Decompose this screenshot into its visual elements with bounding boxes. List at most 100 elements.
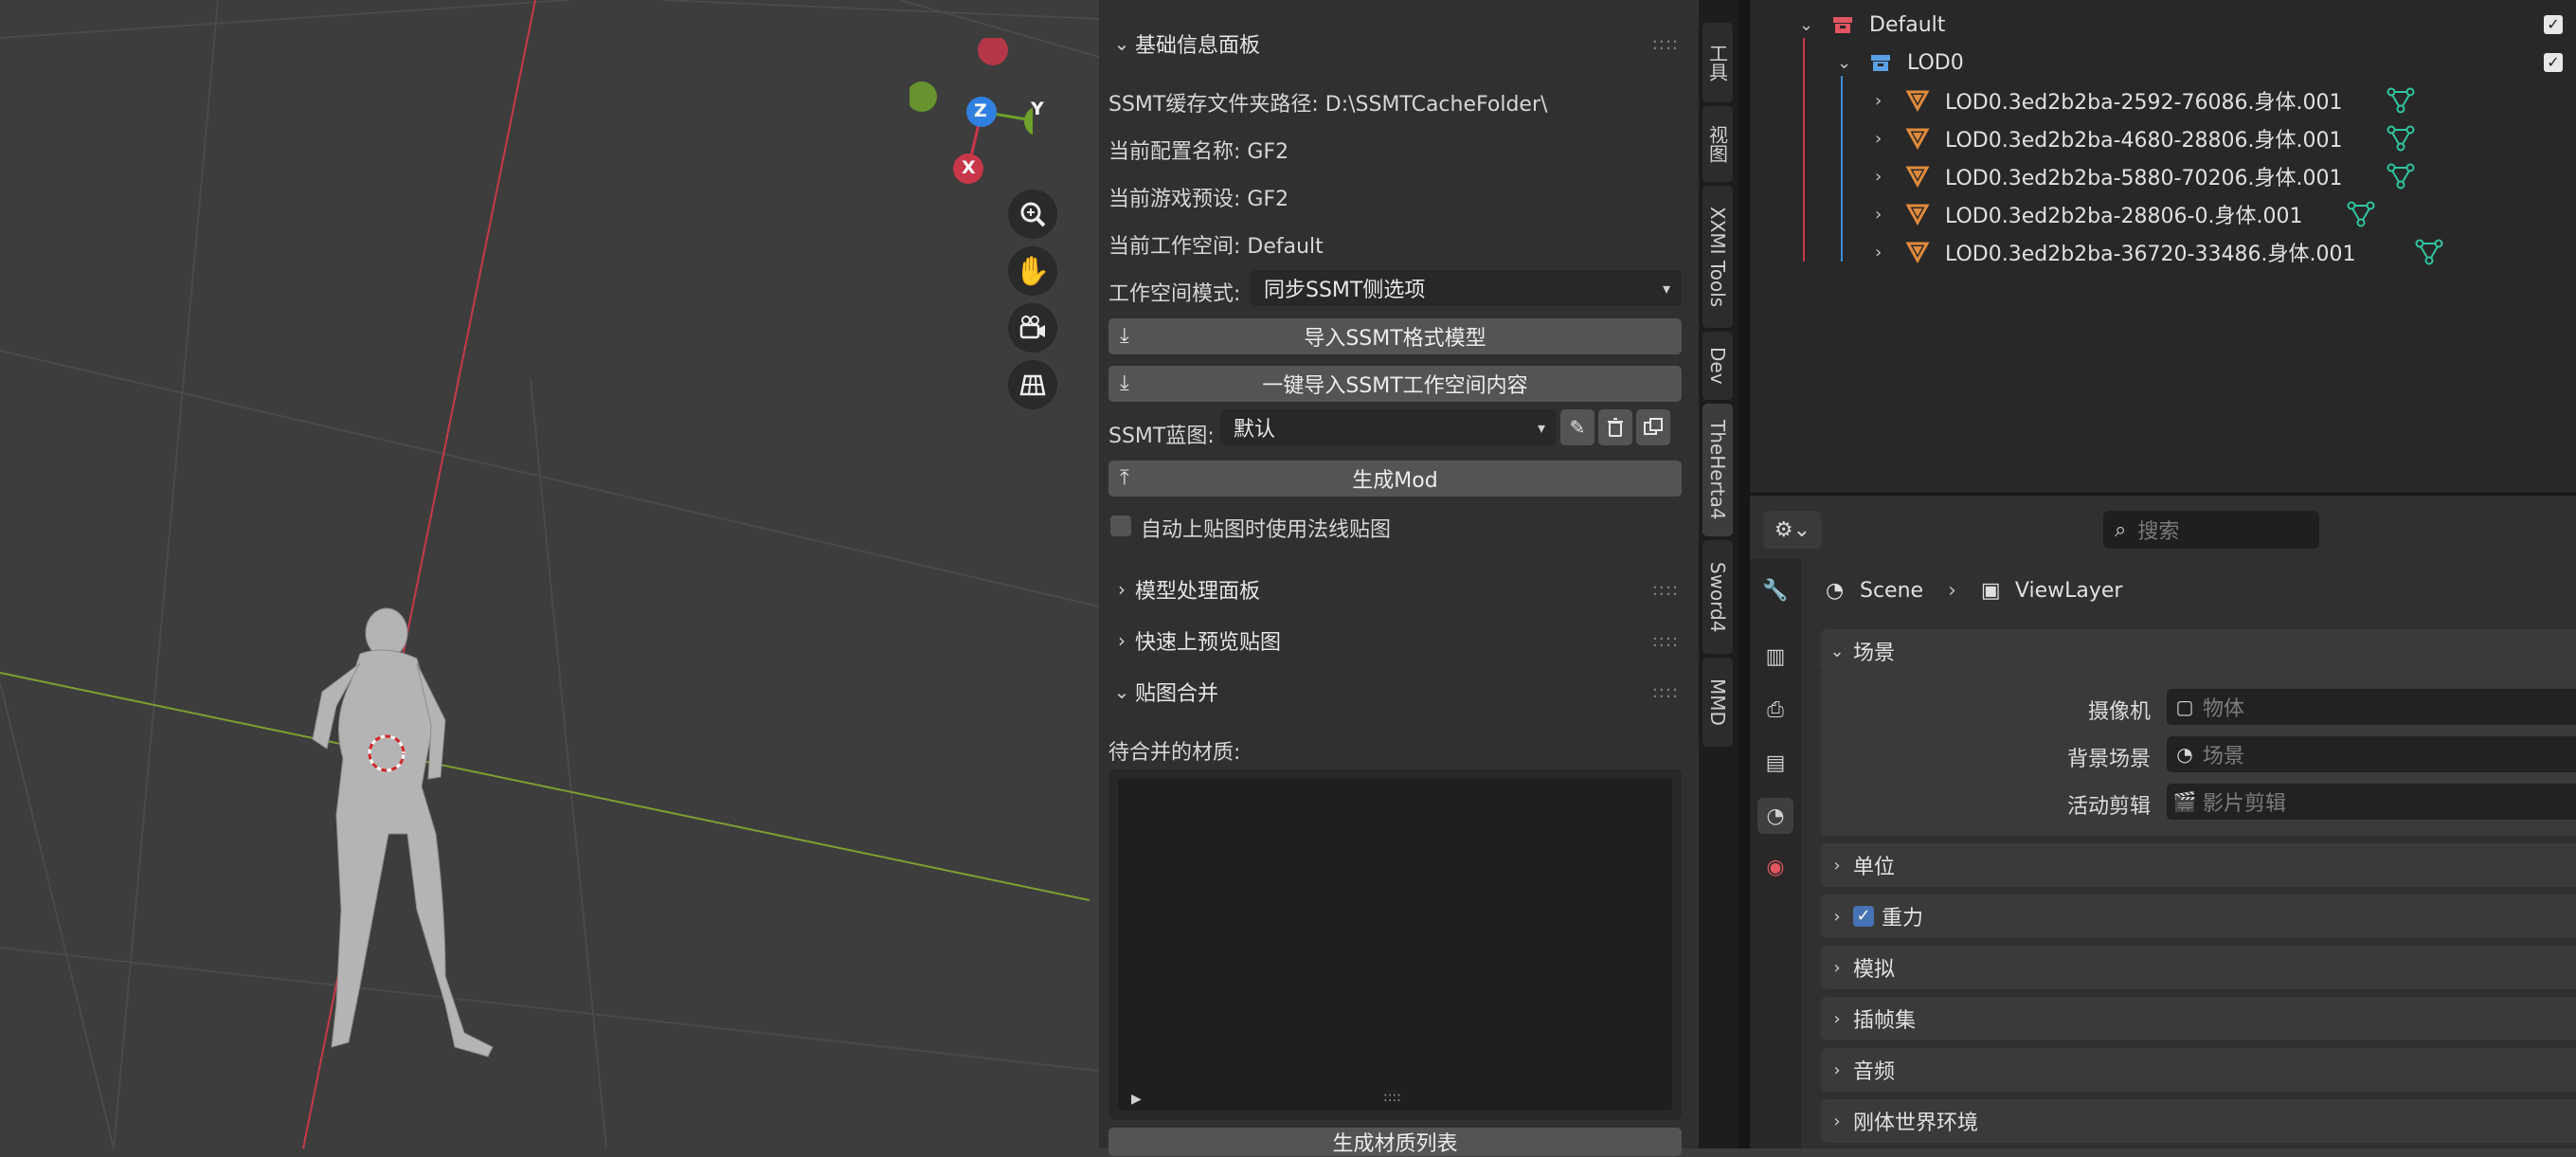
keying-sets-section-header[interactable]: › 插帧集: [1821, 997, 2576, 1040]
search-input[interactable]: ⌕ 搜索: [2103, 511, 2319, 549]
camera-field[interactable]: ▢ 物体: [2167, 689, 2576, 725]
tool-icon[interactable]: 🔧: [1757, 572, 1793, 608]
cache-path-text: SSMT缓存文件夹路径: D:\SSMTCacheFolder\: [1108, 93, 1548, 117]
play-icon[interactable]: ▶: [1131, 1092, 1142, 1107]
mesh-data-icon[interactable]: [2387, 125, 2415, 157]
resize-grip-icon[interactable]: ::::: [1383, 1090, 1401, 1105]
area-divider[interactable]: [1738, 0, 1750, 1148]
render-icon[interactable]: ▥: [1757, 639, 1793, 675]
chevron-down-icon: ▾: [1537, 418, 1545, 437]
blueprint-value: 默认: [1234, 418, 1276, 442]
tab-sword4[interactable]: Sword4: [1702, 540, 1733, 654]
object-icon: ▢: [2175, 696, 2194, 718]
gravity-checkbox[interactable]: ✓: [1853, 906, 1874, 927]
tab-view[interactable]: 视图: [1702, 106, 1733, 182]
mesh-object-icon: [1905, 165, 1930, 193]
material-list[interactable]: ▶ ::::: [1108, 769, 1682, 1120]
texture-merge-header[interactable]: ⌄ 贴图合并 ::::: [1108, 673, 1686, 711]
navigation-gizmo[interactable]: Z X Y: [907, 35, 1054, 190]
generate-material-list-label: 生成材质列表: [1332, 1132, 1458, 1156]
chevron-right-icon[interactable]: ›: [1875, 129, 1882, 149]
generate-mod-label: 生成Mod: [1352, 469, 1438, 493]
3d-viewport[interactable]: Z X Y Y ✋: [0, 0, 1099, 1148]
basic-info-panel-header[interactable]: ⌄ 基础信息面板 ::::: [1108, 25, 1686, 63]
tab-theherta4[interactable]: TheHerta4: [1702, 404, 1733, 536]
active-clip-field[interactable]: 🎬 影片剪辑: [2167, 784, 2576, 820]
rigid-body-world-section-header[interactable]: › 刚体世界环境: [1821, 1099, 2576, 1143]
camera-icon[interactable]: [1008, 303, 1057, 353]
mesh-data-icon[interactable]: [2387, 163, 2415, 195]
keying-sets-section-title: 插帧集: [1853, 1009, 1917, 1033]
tab-mmd[interactable]: MMD: [1702, 658, 1733, 747]
bg-scene-field[interactable]: ◔ 场景: [2167, 736, 2576, 772]
editor-type-dropdown[interactable]: ⚙⌄: [1763, 511, 1822, 549]
character-model: [312, 607, 494, 1058]
audio-section-header[interactable]: › 音频: [1821, 1048, 2576, 1092]
chevron-right-icon: ›: [1833, 906, 1841, 927]
outliner-object-row[interactable]: › LOD0.3ed2b2ba-5880-70206.身体.001: [1750, 157, 2576, 195]
grid-icon[interactable]: [1008, 360, 1057, 409]
chevron-right-icon[interactable]: ›: [1875, 243, 1882, 262]
texture-merge-title: 贴图合并: [1135, 682, 1219, 706]
outliner-row-lod0[interactable]: ⌄ LOD0 ✓: [1750, 44, 2576, 81]
drag-grip-icon[interactable]: ::::: [1652, 34, 1686, 54]
chevron-down-icon[interactable]: ⌄: [1837, 53, 1851, 73]
scene-icon: ◔: [2176, 743, 2193, 766]
chevron-right-icon[interactable]: ›: [1875, 91, 1882, 111]
blueprint-dropdown[interactable]: 默认 ▾: [1220, 409, 1557, 445]
world-icon[interactable]: ◉: [1757, 849, 1793, 885]
output-icon[interactable]: ⎙: [1757, 692, 1793, 728]
units-section-title: 单位: [1853, 856, 1896, 879]
exclude-checkbox[interactable]: ✓: [2544, 15, 2563, 34]
scene-section-header[interactable]: ⌄ 场景: [1821, 629, 2576, 673]
basic-info-panel-title: 基础信息面板: [1135, 34, 1261, 58]
zoom-icon[interactable]: [1008, 190, 1057, 239]
chevron-down-icon[interactable]: ⌄: [1799, 15, 1813, 35]
generate-mod-button[interactable]: ⤒ 生成Mod: [1108, 461, 1682, 497]
material-list-area[interactable]: [1118, 779, 1672, 1111]
mesh-data-icon[interactable]: [2415, 239, 2443, 271]
chevron-right-icon[interactable]: ›: [1875, 205, 1882, 225]
scene-icon: ◔: [1826, 578, 1845, 603]
import-workspace-button[interactable]: ⤓ 一键导入SSMT工作空间内容: [1108, 366, 1682, 402]
workspace-mode-value: 同步SSMT侧选项: [1264, 279, 1426, 302]
drag-grip-icon[interactable]: ::::: [1652, 580, 1686, 600]
outliner-object-row[interactable]: › LOD0.3ed2b2ba-36720-33486.身体.001: [1750, 233, 2576, 271]
mesh-data-icon[interactable]: [2347, 201, 2375, 233]
tab-dev[interactable]: Dev: [1702, 332, 1733, 400]
gravity-section-title: 重力: [1882, 907, 1924, 931]
gizmo-z-label: Z: [974, 100, 987, 121]
generate-material-list-button[interactable]: 生成材质列表: [1108, 1128, 1682, 1156]
copy-icon[interactable]: [1636, 409, 1670, 445]
tab-tools[interactable]: 工具: [1702, 23, 1733, 102]
outliner-row-default[interactable]: ⌄ Default ✓: [1750, 6, 2576, 44]
outliner-label: LOD0.3ed2b2ba-5880-70206.身体.001: [1945, 167, 2343, 190]
bg-scene-label: 背景场景: [2066, 748, 2151, 771]
scene-icon[interactable]: ◔: [1757, 798, 1793, 834]
hand-icon[interactable]: ✋: [1008, 246, 1057, 296]
model-panel-header[interactable]: › 模型处理面板 ::::: [1108, 570, 1686, 608]
drag-grip-icon[interactable]: ::::: [1652, 682, 1686, 702]
view-layer-icon[interactable]: ▤: [1757, 745, 1793, 781]
edit-icon[interactable]: ✎: [1560, 409, 1594, 445]
quick-texture-header[interactable]: › 快速上预览贴图 ::::: [1108, 622, 1686, 660]
gravity-section-header[interactable]: › ✓ 重力: [1821, 895, 2576, 938]
tab-xxmi-tools[interactable]: XXMI Tools: [1702, 186, 1733, 328]
chevron-right-icon[interactable]: ›: [1875, 167, 1882, 187]
drag-grip-icon[interactable]: ::::: [1652, 631, 1686, 651]
units-section-header[interactable]: › 单位: [1821, 843, 2576, 887]
import-model-button[interactable]: ⤓ 导入SSMT格式模型: [1108, 318, 1682, 354]
auto-normal-checkbox[interactable]: [1110, 515, 1131, 536]
simulation-section-header[interactable]: › 模拟: [1821, 946, 2576, 989]
outliner-object-row[interactable]: › LOD0.3ed2b2ba-2592-76086.身体.001: [1750, 81, 2576, 119]
trash-icon[interactable]: [1598, 409, 1632, 445]
workspace-mode-dropdown[interactable]: 同步SSMT侧选项 ▾: [1251, 270, 1682, 306]
chevron-down-icon: ▾: [1662, 279, 1670, 298]
outliner-object-row[interactable]: › LOD0.3ed2b2ba-4680-28806.身体.001: [1750, 119, 2576, 157]
outliner-object-row[interactable]: › LOD0.3ed2b2ba-28806-0.身体.001: [1750, 195, 2576, 233]
active-clip-label: 活动剪辑: [2066, 795, 2151, 819]
mesh-data-icon[interactable]: [2387, 87, 2415, 119]
exclude-checkbox[interactable]: ✓: [2544, 53, 2563, 72]
outliner-label: LOD0.3ed2b2ba-36720-33486.身体.001: [1945, 243, 2356, 266]
outliner[interactable]: ⌄ Default ✓ ⌄ LOD0 ✓ › LOD0.3ed2b2ba-259…: [1750, 0, 2576, 496]
